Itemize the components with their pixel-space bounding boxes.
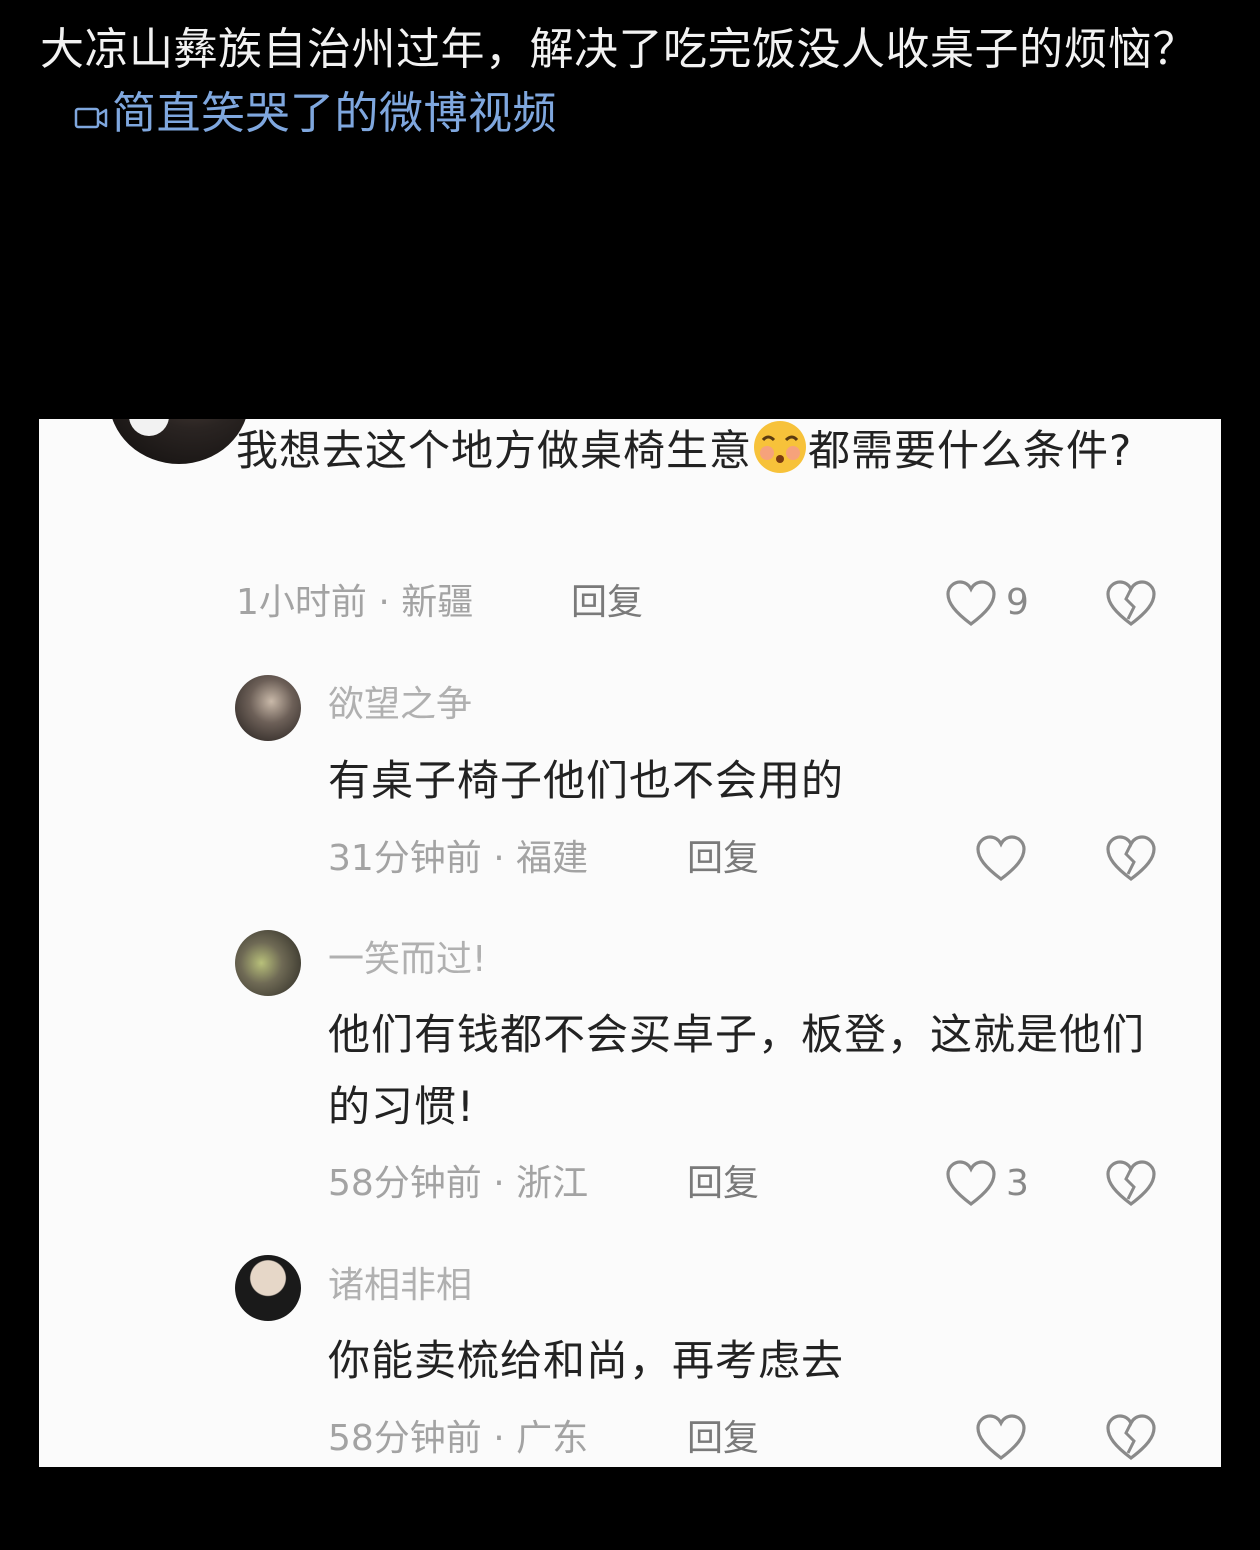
like-count: 9 — [1006, 582, 1029, 623]
broken-heart-icon[interactable] — [1105, 1159, 1157, 1209]
blushing-face-emoji — [752, 419, 808, 475]
comment-text-part2: 都需要什么条件? — [808, 426, 1133, 475]
comment-text: 我想去这个地方做桌椅生意 都需要什么条件? — [236, 419, 1156, 487]
reply-meta: 58分钟前 · 浙江 — [328, 1163, 589, 1204]
reply-username[interactable]: 诸相非相 — [328, 1264, 472, 1308]
reply-text: 他们有钱都不会买卓子，板登，这就是他们的习惯! — [328, 1010, 1146, 1131]
reply-username[interactable]: 欲望之争 — [328, 683, 472, 727]
broken-heart-icon[interactable] — [1105, 1413, 1157, 1463]
comment-meta: 1小时前 · 新疆 — [236, 582, 474, 623]
video-link-label[interactable]: 简直笑哭了的微博视频 — [112, 88, 557, 139]
reply-button[interactable]: 回复 — [687, 837, 759, 881]
avatar[interactable] — [109, 419, 249, 464]
reply-text: 你能卖梳给和尚，再考虑去 — [328, 1336, 845, 1385]
reply-text: 有桌子椅子他们也不会用的 — [328, 756, 845, 805]
heart-icon[interactable] — [975, 834, 1027, 884]
broken-heart-icon[interactable] — [1105, 834, 1157, 884]
avatar[interactable] — [235, 930, 301, 996]
avatar[interactable] — [235, 675, 301, 741]
reply-button[interactable]: 回复 — [687, 1417, 759, 1461]
broken-heart-icon[interactable] — [1105, 579, 1157, 629]
video-camera-icon — [74, 105, 108, 131]
post-title-text: 大凉山彝族自治州过年，解决了吃完饭没人收桌子的烦恼？ — [40, 24, 1197, 75]
avatar[interactable] — [235, 1255, 301, 1321]
reply-button[interactable]: 回复 — [687, 1162, 759, 1206]
like-count: 3 — [1006, 1163, 1029, 1204]
heart-icon[interactable] — [975, 1413, 1027, 1463]
video-link[interactable]: 简直笑哭了的微博视频 — [40, 88, 557, 139]
reply-button[interactable]: 回复 — [571, 581, 643, 625]
comment-text-part1: 我想去这个地方做桌椅生意 — [236, 426, 753, 475]
post-title: 大凉山彝族自治州过年，解决了吃完饭没人收桌子的烦恼？ 简直笑哭了的微博视频 — [40, 18, 1230, 146]
reply-meta: 31分钟前 · 福建 — [328, 838, 589, 879]
reply-username[interactable]: 一笑而过! — [328, 938, 486, 982]
comment-screenshot: 我想去这个地方做桌椅生意 都需要什么条件? 1小时前 · 新疆 回复 9 欲望之争… — [39, 419, 1221, 1467]
reply-meta: 58分钟前 · 广东 — [328, 1418, 589, 1459]
heart-icon[interactable] — [945, 1159, 997, 1209]
heart-icon[interactable] — [945, 579, 997, 629]
